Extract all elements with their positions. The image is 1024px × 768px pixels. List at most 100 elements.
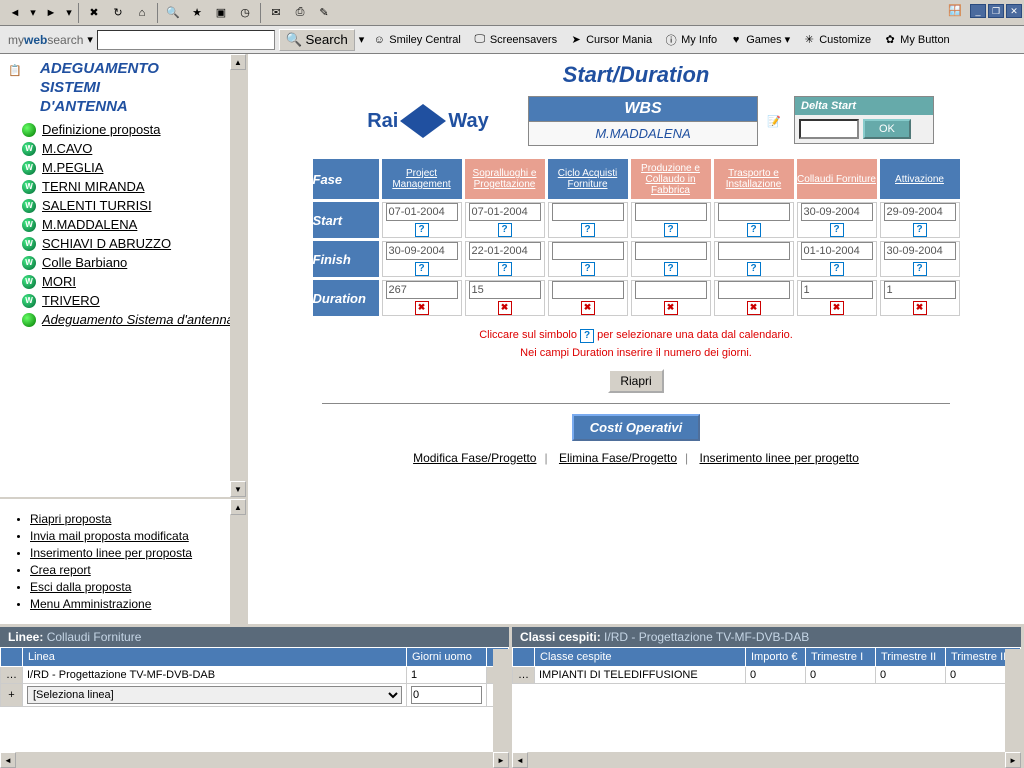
phase-col-header[interactable]: Collaudi Forniture xyxy=(797,159,877,199)
calendar-icon[interactable]: ? xyxy=(747,223,761,237)
search-icon[interactable]: 🔍 xyxy=(162,2,184,24)
sidebar-item[interactable]: Definizione proposta xyxy=(4,120,242,139)
calendar-icon[interactable]: ? xyxy=(415,262,429,276)
close-button[interactable]: ✕ xyxy=(1006,4,1022,18)
calendar-icon[interactable]: ? xyxy=(415,223,429,237)
action-link[interactable]: Esci dalla proposta xyxy=(30,580,131,594)
phase-col-header[interactable]: Ciclo Acquisti Forniture xyxy=(548,159,628,199)
refresh-button[interactable]: ↻ xyxy=(107,2,129,24)
scroll-up[interactable]: ▲ xyxy=(230,499,246,515)
sidebar-item-label[interactable]: M.PEGLIA xyxy=(42,160,103,175)
row-expand[interactable]: … xyxy=(1,667,23,684)
scroll-right[interactable]: ► xyxy=(1005,752,1021,768)
stop-button[interactable]: ✖ xyxy=(83,2,105,24)
sidebar-item[interactable]: WTRIVERO xyxy=(4,291,242,310)
scroll-right[interactable]: ► xyxy=(493,752,509,768)
sidebar-item-label[interactable]: Colle Barbiano xyxy=(42,255,127,270)
clear-icon[interactable]: ✖ xyxy=(747,301,761,315)
sidebar-item[interactable]: WM.PEGLIA xyxy=(4,158,242,177)
calendar-icon[interactable]: ? xyxy=(581,262,595,276)
sidebar-item-label[interactable]: TRIVERO xyxy=(42,293,100,308)
phase-input[interactable] xyxy=(469,281,541,299)
phase-input[interactable] xyxy=(884,242,956,260)
scroll-left[interactable]: ◄ xyxy=(512,752,528,768)
edit-icon[interactable]: ✎ xyxy=(313,2,335,24)
phase-col-header[interactable]: Project Management xyxy=(382,159,462,199)
sidebar-item-label[interactable]: SCHIAVI D ABRUZZO xyxy=(42,236,171,251)
sidebar-item-label[interactable]: MORI xyxy=(42,274,76,289)
row-expand[interactable]: … xyxy=(513,667,535,684)
delta-ok-button[interactable]: OK xyxy=(863,119,911,139)
sidebar-item[interactable]: WMORI xyxy=(4,272,242,291)
toolbar-customize[interactable]: ✳Customize xyxy=(798,33,875,47)
phase-input[interactable] xyxy=(635,281,707,299)
forward-button[interactable]: ► xyxy=(40,2,62,24)
phase-input[interactable] xyxy=(884,203,956,221)
media-icon[interactable]: ▣ xyxy=(210,2,232,24)
phase-input[interactable] xyxy=(801,242,873,260)
phase-input[interactable] xyxy=(718,203,790,221)
row-add[interactable]: + xyxy=(1,684,23,707)
phase-input[interactable] xyxy=(801,203,873,221)
print-icon[interactable]: ⎙ xyxy=(289,2,311,24)
forward-dropdown[interactable]: ▾ xyxy=(64,2,74,24)
sidebar-item[interactable]: WM.MADDALENA xyxy=(4,215,242,234)
calendar-icon[interactable]: ? xyxy=(747,262,761,276)
vscroll[interactable] xyxy=(493,649,509,752)
scroll-up[interactable]: ▲ xyxy=(230,54,246,70)
calendar-icon[interactable]: ? xyxy=(830,262,844,276)
calendar-icon[interactable]: ? xyxy=(913,262,927,276)
link-elimina[interactable]: Elimina Fase/Progetto xyxy=(559,451,677,465)
toolbar-games[interactable]: ♥Games▾ xyxy=(725,33,794,47)
phase-input[interactable] xyxy=(386,203,458,221)
clear-icon[interactable]: ✖ xyxy=(913,301,927,315)
calendar-icon[interactable]: ? xyxy=(581,223,595,237)
calendar-icon[interactable]: ? xyxy=(498,262,512,276)
phase-input[interactable] xyxy=(469,203,541,221)
clear-icon[interactable]: ✖ xyxy=(830,301,844,315)
phase-input[interactable] xyxy=(718,242,790,260)
home-button[interactable]: ⌂ xyxy=(131,2,153,24)
phase-input[interactable] xyxy=(469,242,541,260)
clear-icon[interactable]: ✖ xyxy=(664,301,678,315)
sidebar-item-label[interactable]: TERNI MIRANDA xyxy=(42,179,145,194)
sidebar-item[interactable]: WM.CAVO xyxy=(4,139,242,158)
favorites-icon[interactable]: ★ xyxy=(186,2,208,24)
sidebar-item-label[interactable]: Adeguamento Sistema d'antenna xyxy=(42,312,234,327)
link-inserimento[interactable]: Inserimento linee per progetto xyxy=(699,451,858,465)
phase-input[interactable] xyxy=(552,203,624,221)
phase-input[interactable] xyxy=(552,281,624,299)
phase-input[interactable] xyxy=(801,281,873,299)
back-dropdown[interactable]: ▾ xyxy=(28,2,38,24)
back-button[interactable]: ◄ xyxy=(4,2,26,24)
sidebar-item[interactable]: WTERNI MIRANDA xyxy=(4,177,242,196)
phase-input[interactable] xyxy=(552,242,624,260)
costi-button[interactable]: Costi Operativi xyxy=(572,414,700,441)
search-input[interactable] xyxy=(97,30,275,50)
phase-col-header[interactable]: Trasporto e Installazione xyxy=(714,159,794,199)
toolbar-screensavers[interactable]: 🖵Screensavers xyxy=(469,33,561,47)
brand-dropdown[interactable]: ▾ xyxy=(87,33,93,46)
phase-input[interactable] xyxy=(884,281,956,299)
phase-input[interactable] xyxy=(718,281,790,299)
search-dropdown[interactable]: ▾ xyxy=(359,33,365,46)
phase-col-header[interactable]: Sopralluoghi e Progettazione xyxy=(465,159,545,199)
action-link[interactable]: Invia mail proposta modificata xyxy=(30,529,189,543)
scroll-left[interactable]: ◄ xyxy=(0,752,16,768)
clear-icon[interactable]: ✖ xyxy=(498,301,512,315)
phase-col-header[interactable]: Produzione e Collaudo in Fabbrica xyxy=(631,159,711,199)
minimize-button[interactable]: _ xyxy=(970,4,986,18)
calendar-icon[interactable]: ? xyxy=(664,262,678,276)
maximize-button[interactable]: ❐ xyxy=(988,4,1004,18)
calendar-icon[interactable]: ? xyxy=(498,223,512,237)
sidebar-item[interactable]: WSCHIAVI D ABRUZZO xyxy=(4,234,242,253)
search-button[interactable]: 🔍Search xyxy=(279,29,355,51)
sidebar-item-label[interactable]: M.MADDALENA xyxy=(42,217,137,232)
sidebar-item-label[interactable]: SALENTI TURRISI xyxy=(42,198,152,213)
phase-col-header[interactable]: Attivazione xyxy=(880,159,960,199)
giorni-input[interactable] xyxy=(411,686,482,704)
clear-icon[interactable]: ✖ xyxy=(415,301,429,315)
sidebar-item[interactable]: Adeguamento Sistema d'antenna xyxy=(4,310,242,329)
toolbar-mybutton[interactable]: ✿My Button xyxy=(879,33,954,47)
phase-input[interactable] xyxy=(386,281,458,299)
